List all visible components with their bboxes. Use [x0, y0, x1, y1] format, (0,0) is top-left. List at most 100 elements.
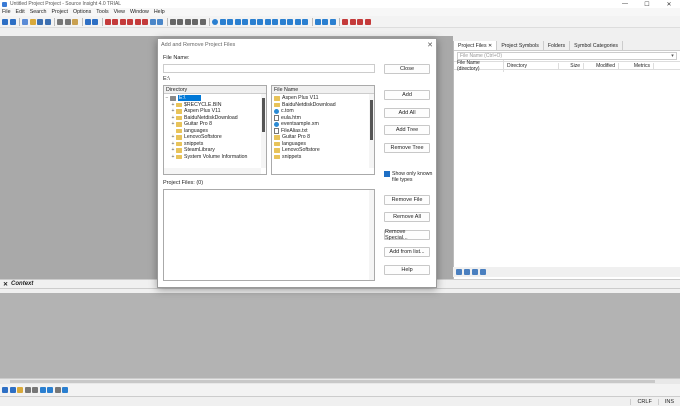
column-modified[interactable]: Modified — [584, 62, 619, 69]
tab-project-files[interactable]: Project Files ✕ — [454, 41, 498, 50]
menu-search[interactable]: Search — [30, 9, 47, 15]
forward-icon[interactable] — [9, 18, 16, 25]
back-icon[interactable] — [2, 387, 8, 393]
column-directory[interactable]: Directory — [504, 62, 559, 69]
file-list[interactable]: File Name Aspen Plus V11 BaiduNetdiskDow… — [271, 85, 375, 175]
project-files-scrollbar[interactable] — [369, 190, 374, 280]
jump-forward-icon[interactable] — [322, 18, 328, 25]
file-item[interactable]: snippets — [274, 154, 374, 161]
add-all-button[interactable]: Add All — [384, 108, 430, 118]
filter-icon[interactable] — [472, 269, 478, 275]
lookup-icon[interactable] — [279, 18, 286, 25]
save-all-icon[interactable] — [44, 18, 51, 25]
sync-icon[interactable] — [47, 387, 53, 393]
uncomment-icon[interactable] — [192, 18, 198, 25]
window-icon[interactable] — [149, 18, 156, 25]
add-button[interactable]: Add — [384, 90, 430, 100]
clip-window-icon[interactable] — [249, 18, 256, 25]
save-icon[interactable] — [37, 18, 43, 25]
scroll-thumb[interactable] — [262, 98, 265, 132]
scroll-thumb[interactable] — [10, 380, 655, 383]
file-list-scrollbar[interactable] — [369, 94, 374, 168]
close-icon[interactable]: ✕ — [424, 41, 436, 49]
print-icon[interactable] — [54, 387, 61, 393]
references-icon[interactable] — [294, 18, 301, 25]
chevron-down-icon[interactable]: ▾ — [669, 53, 676, 59]
maximize-button[interactable]: ☐ — [636, 1, 658, 8]
tab-symbol-categories[interactable]: Symbol Categories — [570, 41, 623, 50]
bookmark-prev-icon[interactable] — [119, 18, 126, 25]
file-name-input[interactable] — [163, 64, 375, 73]
list-icon[interactable] — [24, 387, 31, 393]
directory-scrollbar[interactable] — [261, 94, 266, 168]
undo-icon[interactable] — [84, 18, 91, 25]
browse-project-icon[interactable] — [272, 18, 278, 25]
folder-icon[interactable] — [17, 387, 23, 393]
open-folder-icon[interactable] — [29, 18, 36, 25]
close-file-icon[interactable] — [342, 18, 348, 25]
find-icon[interactable] — [127, 18, 133, 25]
gear-icon[interactable] — [456, 269, 462, 275]
settings-icon[interactable] — [287, 18, 293, 25]
new-file-icon[interactable] — [22, 18, 28, 25]
sync-icon[interactable] — [212, 18, 218, 25]
replace-icon[interactable] — [134, 18, 141, 25]
column-metrics[interactable]: Metrics — [619, 62, 654, 69]
search-results-icon[interactable] — [257, 18, 263, 25]
close-window-button[interactable]: ✕ — [658, 1, 680, 8]
menu-tools[interactable]: Tools — [96, 9, 108, 15]
close-button[interactable]: Close — [384, 64, 430, 74]
add-from-list-button[interactable]: Add from list... — [384, 247, 430, 257]
copy-icon[interactable] — [64, 18, 71, 25]
checkbox-checked-icon[interactable] — [384, 171, 390, 177]
calls-icon[interactable] — [302, 18, 308, 25]
back-icon[interactable] — [2, 18, 8, 25]
format-icon[interactable] — [199, 18, 206, 25]
column-size[interactable]: Size — [559, 62, 584, 69]
relation-icon[interactable] — [219, 18, 226, 25]
forward-icon[interactable] — [9, 387, 16, 393]
lock-icon[interactable] — [39, 387, 46, 393]
menu-project[interactable]: Project — [51, 9, 68, 15]
directory-list[interactable]: Directory − E:\ + $RECYCLE.BIN + Aspen Plus… — [163, 85, 267, 175]
paste-icon[interactable] — [72, 18, 78, 25]
search-files-icon[interactable] — [142, 18, 148, 25]
new-window-icon[interactable] — [364, 18, 371, 25]
menu-options[interactable]: Options — [73, 9, 91, 15]
directory-hscroll[interactable] — [164, 168, 261, 174]
tab-project-symbols[interactable]: Project Symbols — [497, 41, 544, 50]
project-window-icon[interactable] — [242, 18, 248, 25]
show-known-types-checkbox[interactable]: Show only known file types — [384, 171, 432, 183]
help-button[interactable]: Help — [384, 265, 430, 275]
remove-all-button[interactable]: Remove All — [384, 212, 430, 222]
browse-icon[interactable] — [157, 18, 163, 25]
indent-icon[interactable] — [177, 18, 183, 25]
menu-view[interactable]: View — [114, 9, 125, 15]
comment-icon[interactable] — [184, 18, 191, 25]
directory-item[interactable]: + System Volume Information — [164, 154, 266, 161]
jump-back-icon[interactable] — [314, 18, 321, 25]
close-icon[interactable]: ✕ — [3, 281, 8, 288]
tile-icon[interactable] — [329, 18, 336, 25]
remove-file-button[interactable]: Remove File — [384, 195, 430, 205]
scroll-thumb[interactable] — [370, 100, 373, 140]
bookmark-next-icon[interactable] — [112, 18, 118, 25]
tab-folders[interactable]: Folders — [544, 41, 571, 50]
bookmark-icon[interactable] — [104, 18, 111, 25]
project-files-list[interactable] — [163, 189, 375, 281]
outdent-icon[interactable] — [169, 18, 176, 25]
context-window-icon[interactable] — [234, 18, 241, 25]
activate-icon[interactable] — [357, 18, 363, 25]
overview-icon[interactable] — [264, 18, 271, 25]
remove-tree-button[interactable]: Remove Tree — [384, 143, 430, 153]
menu-file[interactable]: File — [2, 9, 11, 15]
redo-icon[interactable] — [92, 18, 98, 25]
minimize-button[interactable]: — — [614, 1, 636, 8]
remove-special-button[interactable]: Remove Special... — [384, 229, 430, 241]
add-tree-button[interactable]: Add Tree — [384, 125, 430, 135]
menu-window[interactable]: Window — [130, 9, 149, 15]
menu-help[interactable]: Help — [154, 9, 165, 15]
column-file-name[interactable]: File Name (directory) — [454, 59, 504, 72]
copy-icon[interactable] — [32, 387, 38, 393]
close-all-icon[interactable] — [349, 18, 356, 25]
